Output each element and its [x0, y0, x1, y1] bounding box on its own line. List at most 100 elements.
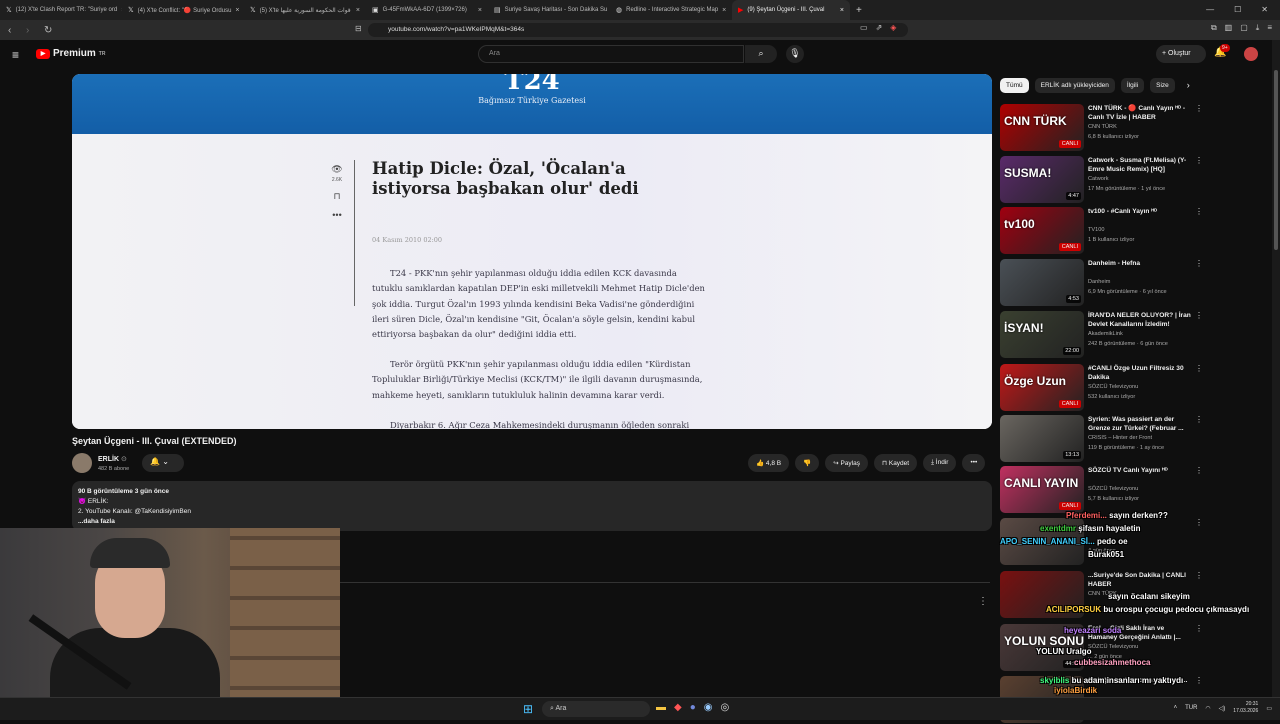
more-icon[interactable]: ⋮ — [1195, 415, 1203, 424]
more-icon[interactable]: ⋮ — [1195, 518, 1203, 527]
recommendation-thumbnail[interactable]: tv100 CANLI — [1000, 207, 1084, 254]
browser-tab-6[interactable]: ◍ Redline - Interactive Strategic Map × — [610, 0, 732, 20]
reload-icon[interactable]: ↻ — [44, 25, 54, 36]
recommendation-channel[interactable]: SÖZCÜ Televizyonu — [1088, 644, 1138, 650]
recommendation-channel[interactable]: Catwork — [1088, 176, 1109, 182]
scrollbar-thumb[interactable] — [1274, 70, 1278, 250]
install-icon[interactable]: ▭ — [860, 23, 868, 32]
recommendation-thumbnail[interactable] — [1000, 518, 1084, 565]
recommendation-thumbnail[interactable]: 13:13 — [1000, 415, 1084, 462]
chevron-right-icon[interactable]: › — [1187, 80, 1190, 90]
browser-tab-1[interactable]: 𝕏(12) X'te Clash Report TR: "Suriye ord× — [0, 0, 122, 20]
volume-icon[interactable]: ◁) — [1219, 705, 1226, 712]
share-icon[interactable]: ⇗ — [876, 23, 883, 32]
sidebar-icon[interactable]: ▥ — [1225, 23, 1233, 33]
more-actions-button[interactable]: ••• — [962, 454, 986, 472]
search-button[interactable]: ⌕ — [745, 45, 777, 63]
search-input[interactable]: Ara — [478, 45, 744, 63]
recommendation-title[interactable]: Erol ... Gizli Saklı İran ve Hamaney Ger… — [1088, 624, 1194, 642]
recommendation-channel[interactable]: CNN TÜRK — [1088, 124, 1117, 130]
recommendation-thumbnail[interactable]: SUSMA! 4:47 — [1000, 156, 1084, 203]
recommendation-item[interactable]: 4 gün önce ⋮ — [1000, 518, 1205, 566]
recommendation-thumbnail[interactable]: Özge Uzun CANLI — [1000, 364, 1084, 411]
chip-for-you[interactable]: Size — [1150, 77, 1175, 93]
browser-tab-4[interactable]: ▣ G-45FmWkAA-6D7 (1399×726) × — [366, 0, 488, 20]
recommendation-thumbnail[interactable] — [1000, 571, 1084, 618]
recommendation-channel[interactable]: CRISIS – Hinter der Front — [1088, 435, 1152, 441]
forward-icon[interactable]: › — [26, 25, 36, 36]
more-icon[interactable]: ⋮ — [1195, 259, 1203, 268]
share-button[interactable]: ↪ Paylaş — [825, 454, 868, 472]
browser-tab-5[interactable]: ▤Suriye Savaş Haritası - Son Dakika Su× — [488, 0, 610, 20]
recommendation-item[interactable]: İSYAN! 22:00 İRAN'DA NELER OLUYOR? | İra… — [1000, 311, 1205, 359]
wallet-icon[interactable]: ▢ — [1240, 23, 1248, 33]
chip-from-uploader[interactable]: ERLİK adlı yükleyiciden — [1034, 77, 1115, 93]
new-tab-button[interactable]: + — [856, 5, 862, 16]
save-button[interactable]: ⊓ Kaydet — [873, 454, 918, 472]
recommendation-title[interactable]: Catwork - Susma (Ft.Melisa) (Y-Emre Musi… — [1088, 156, 1194, 174]
menu-icon[interactable]: ≡ — [1267, 23, 1272, 33]
recommendation-title[interactable]: ...Suriye'de Son Dakika | CANLI HABER — [1088, 571, 1194, 589]
recommendation-channel[interactable]: SÖZCÜ Televizyonu — [1088, 486, 1138, 492]
more-icon[interactable]: ⋮ — [1195, 156, 1203, 165]
notifications-button[interactable]: 🔔 9+ — [1214, 44, 1230, 58]
recommendation-thumbnail[interactable]: İSYAN! 22:00 — [1000, 311, 1084, 358]
video-player[interactable]: T24 Bağımsız Türkiye Gazetesi 👁 2.6K ⊓ •… — [72, 74, 992, 429]
description-more-link[interactable]: ...daha fazla — [78, 517, 986, 527]
extensions-icon[interactable]: ⧉ — [1211, 23, 1217, 33]
download-icon[interactable]: ⤓ — [1256, 23, 1260, 33]
create-button[interactable]: + Oluştur — [1156, 45, 1206, 63]
more-icon[interactable]: ⋮ — [1195, 364, 1203, 373]
recommendation-title[interactable]: İRAN'DA NELER OLUYOR? | İran Devlet Kana… — [1088, 311, 1194, 329]
browser-tab-2[interactable]: 𝕏 (4) X'te Conflict: "🔴 Suriye Ordusu × — [122, 0, 244, 20]
more-icon[interactable]: ⋮ — [1195, 624, 1203, 633]
recommendation-thumbnail[interactable]: 4:53 — [1000, 259, 1084, 306]
file-explorer-icon[interactable]: ▬ — [656, 702, 666, 713]
recommendation-channel[interactable]: Danheim — [1088, 279, 1110, 285]
windows-start-icon[interactable]: ⊞ — [523, 702, 533, 716]
recommendation-title[interactable]: tv100 - #Canlı Yayın ᴴᴰ — [1088, 207, 1194, 216]
more-icon[interactable]: ⋮ — [1195, 311, 1203, 320]
recommendation-title[interactable]: Syrien: Was passiert an der Grenze zur T… — [1088, 415, 1194, 433]
recommendation-channel[interactable]: SÖZCÜ Televizyonu — [1088, 384, 1138, 390]
download-button[interactable]: ⤓ İndir — [923, 454, 957, 472]
recommendation-thumbnail[interactable]: YOLUN SONU 44:50 — [1000, 624, 1084, 671]
youtube-logo[interactable]: ▶ Premium TR — [36, 48, 105, 59]
close-icon[interactable]: × — [235, 7, 239, 14]
language-indicator[interactable]: TUR — [1185, 705, 1197, 711]
channel-avatar[interactable] — [72, 453, 92, 473]
recommendation-title[interactable]: #CANLI Özge Uzun Filtresiz 30 Dakika — [1088, 364, 1194, 382]
video-description[interactable]: 90 B görüntüleme 3 gün önce 👿 ERLİK: 2. … — [72, 481, 992, 531]
dislike-button[interactable]: 👎 — [795, 454, 820, 472]
recommendation-item[interactable]: CNN TÜRK CANLI CNN TÜRK - 🔴 Canlı Yayın … — [1000, 104, 1205, 152]
hamburger-menu-icon[interactable]: ≡ — [12, 48, 19, 62]
recommendation-item[interactable]: tv100 CANLI tv100 - #Canlı Yayın ᴴᴰ TV10… — [1000, 207, 1205, 255]
recommendation-item[interactable]: CANLI YAYIN CANLI SÖZCÜ TV Canlı Yayını … — [1000, 466, 1205, 514]
more-icon[interactable]: ⋮ — [1195, 104, 1203, 113]
minimize-icon[interactable]: — — [1206, 5, 1214, 14]
taskbar-search[interactable]: ⌕ Ara — [542, 701, 650, 717]
close-icon[interactable]: × — [356, 7, 360, 14]
like-button[interactable]: 👍 4,8 B — [748, 454, 790, 472]
subscription-bell-button[interactable]: 🔔 ⌄ — [142, 454, 184, 472]
more-icon[interactable]: ⋮ — [1195, 571, 1203, 580]
recommendation-thumbnail[interactable]: CANLI YAYIN CANLI — [1000, 466, 1084, 513]
brave-icon[interactable]: ◆ — [674, 702, 682, 713]
chip-all[interactable]: Tümü — [1000, 77, 1029, 93]
recommendation-thumbnail[interactable]: CNN TÜRK CANLI — [1000, 104, 1084, 151]
recommendation-item[interactable]: SUSMA! 4:47 Catwork - Susma (Ft.Melisa) … — [1000, 156, 1205, 204]
recommendation-title[interactable]: Erdoğan'ın Doktorasını Veren ... — [1088, 676, 1194, 685]
bookmark-icon[interactable]: ⊟ — [355, 24, 362, 33]
recommendation-title[interactable]: SÖZCÜ TV Canlı Yayını ᴴᴰ — [1088, 466, 1194, 475]
notification-icon[interactable]: ▭ — [1266, 705, 1272, 712]
maximize-icon[interactable]: ☐ — [1234, 5, 1241, 14]
recommendation-item[interactable]: ...Suriye'de Son Dakika | CANLI HABER CN… — [1000, 571, 1205, 619]
discord-icon[interactable]: ● — [690, 702, 696, 713]
chevron-up-icon[interactable]: ˄ — [1174, 705, 1178, 711]
recommendation-channel[interactable]: CNN TÜRK — [1088, 591, 1117, 597]
url-field[interactable]: youtube.com/watch?v=pa1WKeIPMqM&t=364s — [368, 23, 908, 37]
channel-name[interactable]: ERLİK ⊙ — [98, 455, 127, 463]
recommendation-channel[interactable]: TV100 — [1088, 227, 1104, 233]
more-icon[interactable]: ⋮ — [1195, 676, 1203, 685]
obs-icon[interactable]: ◎ — [720, 702, 729, 713]
